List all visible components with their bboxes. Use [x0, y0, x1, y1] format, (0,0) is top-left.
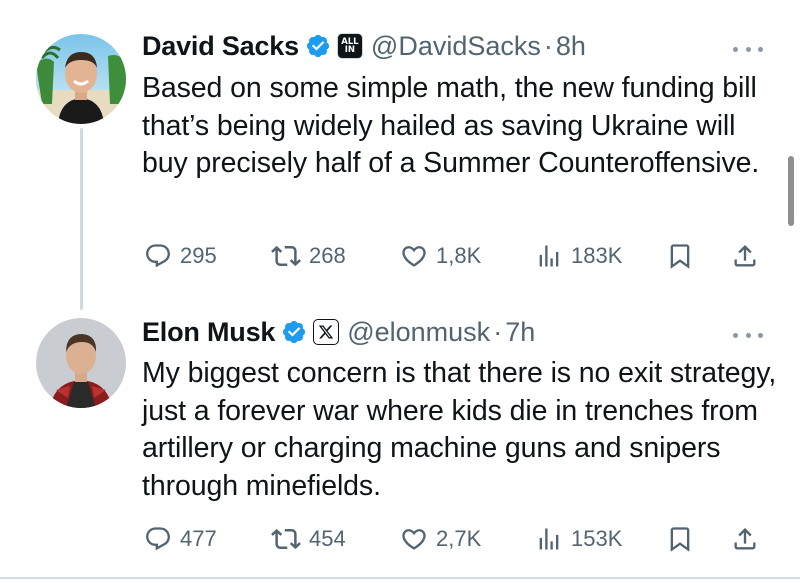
- share-button[interactable]: [731, 519, 759, 559]
- share-button[interactable]: [731, 236, 759, 276]
- views-icon: [539, 245, 559, 267]
- like-button[interactable]: 2,7K: [400, 519, 481, 559]
- views-button[interactable]: 153K: [535, 519, 622, 559]
- affiliate-badge-label: ALL IN: [341, 37, 359, 55]
- tweet-text: Based on some simple math, the new fundi…: [142, 72, 760, 179]
- views-icon: [539, 528, 559, 550]
- views-button[interactable]: 183K: [535, 236, 622, 276]
- affiliate-badge-x[interactable]: [313, 319, 340, 345]
- tweet-header: David Sacks ALL IN @DavidSacks · 8h: [142, 28, 586, 64]
- bookmark-icon: [670, 244, 690, 269]
- view-count: 183K: [571, 243, 623, 268]
- display-name[interactable]: Elon Musk: [142, 317, 275, 348]
- share-icon: [734, 245, 756, 267]
- avatar[interactable]: [36, 318, 126, 408]
- retweet-button[interactable]: 268: [271, 236, 346, 276]
- handle[interactable]: @elonmusk: [347, 317, 490, 348]
- timestamp[interactable]: 8h: [556, 31, 586, 62]
- affiliate-badge-allin[interactable]: ALL IN: [336, 33, 363, 59]
- like-icon: [402, 246, 426, 267]
- avatar[interactable]: [36, 34, 126, 124]
- bookmark-button[interactable]: [666, 519, 694, 559]
- view-count: 153K: [571, 526, 623, 551]
- tweet-header: Elon Musk @elonmusk · 7h: [142, 314, 535, 350]
- more-icon[interactable]: [733, 328, 763, 342]
- more-icon[interactable]: [733, 42, 763, 56]
- retweet-icon: [271, 528, 301, 550]
- reply-count: 295: [180, 243, 217, 268]
- reply-icon: [146, 527, 170, 551]
- retweet-count: 454: [309, 526, 346, 551]
- retweet-count: 268: [309, 243, 346, 268]
- action-bar: 477 454 2,7K 153K: [0, 519, 800, 559]
- retweet-button[interactable]: 454: [271, 519, 346, 559]
- like-count: 2,7K: [436, 526, 482, 551]
- like-icon: [402, 529, 426, 550]
- scrollbar[interactable]: [788, 156, 794, 226]
- like-count: 1,8K: [436, 243, 482, 268]
- bookmark-icon: [670, 527, 690, 552]
- separator-dot: ·: [493, 316, 503, 347]
- like-button[interactable]: 1,8K: [400, 236, 481, 276]
- reply-count: 477: [180, 526, 217, 551]
- retweet-icon: [271, 245, 301, 267]
- verified-icon: [306, 34, 330, 58]
- separator-dot: ·: [543, 30, 553, 61]
- action-bar: 295 268 1,8K 183K: [0, 236, 800, 276]
- handle[interactable]: @DavidSacks: [371, 31, 541, 62]
- verified-icon: [283, 320, 306, 344]
- reply-icon: [146, 244, 170, 268]
- share-icon: [734, 528, 756, 550]
- bookmark-button[interactable]: [666, 236, 694, 276]
- divider: [0, 577, 800, 579]
- tweet-text: My biggest concern is that there is no e…: [142, 357, 777, 502]
- x-logo-icon: [319, 325, 334, 339]
- timestamp[interactable]: 7h: [505, 317, 535, 348]
- tweet[interactable]: David Sacks ALL IN @DavidSacks · 8h Based…: [0, 0, 800, 300]
- display-name[interactable]: David Sacks: [142, 31, 299, 62]
- tweet[interactable]: Elon Musk @elonmusk · 7h My biggest conc…: [0, 300, 800, 583]
- reply-button[interactable]: 477: [144, 519, 217, 559]
- reply-button[interactable]: 295: [144, 236, 217, 276]
